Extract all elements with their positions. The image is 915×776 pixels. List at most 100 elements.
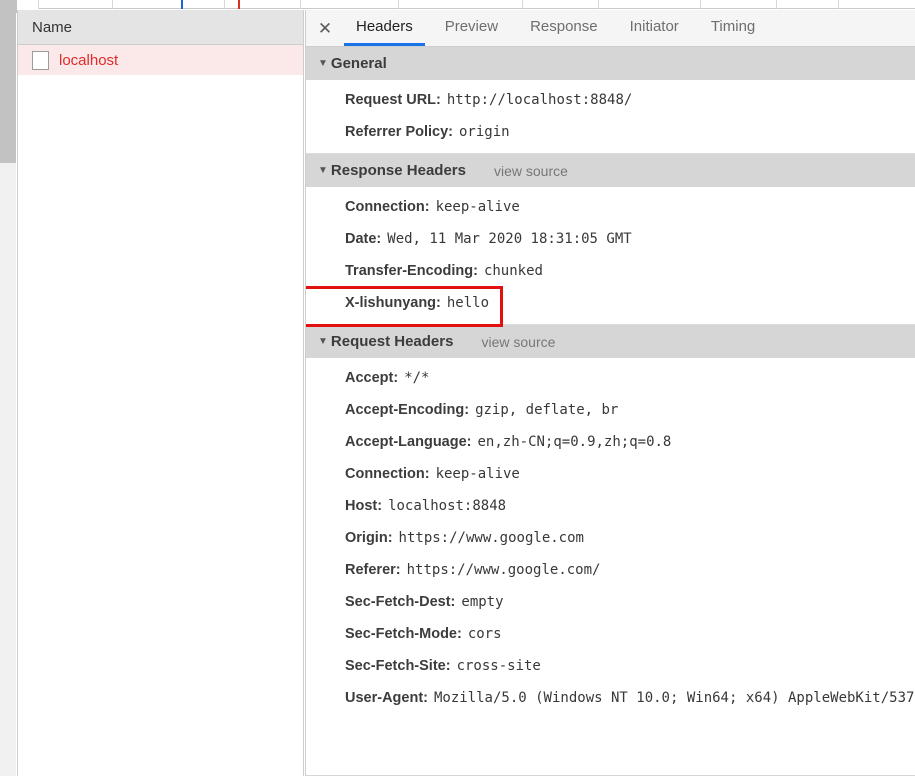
tab-response[interactable]: Response — [518, 10, 610, 46]
header-list-request-headers: Accept: */* Accept-Encoding: gzip, deflate,… — [306, 358, 915, 719]
overview-divider — [700, 0, 701, 9]
header-row[interactable]: Host: localhost:8848 — [306, 490, 915, 522]
header-row[interactable]: Sec-Fetch-Mode: cors — [306, 618, 915, 650]
request-rows: localhost — [18, 45, 303, 75]
header-value: cross-site — [456, 658, 541, 674]
overview-divider — [838, 0, 839, 9]
left-scrollbar-thumb[interactable] — [0, 13, 16, 163]
request-name: localhost — [59, 51, 119, 69]
header-key: Sec-Fetch-Dest: — [345, 594, 456, 610]
section-title-group: ▼ General — [318, 55, 387, 72]
header-row[interactable]: Accept-Encoding: gzip, deflate, br — [306, 394, 915, 426]
section-title-group: ▼ Request Headers — [318, 333, 453, 350]
header-value: keep-alive — [435, 199, 520, 215]
header-key: Accept-Language: — [345, 434, 472, 450]
overview-divider — [300, 0, 301, 9]
section-header-general[interactable]: ▼ General — [306, 47, 915, 80]
load-event-marker — [238, 0, 240, 9]
request-list-item[interactable]: localhost — [18, 45, 303, 75]
chevron-down-icon[interactable]: ▼ — [318, 165, 328, 176]
tab-headers[interactable]: Headers — [344, 10, 425, 46]
header-key: Connection: — [345, 466, 430, 482]
details-tabbar: ✕ Headers Preview Response Initiator Timing — [306, 10, 915, 47]
header-row[interactable]: Referer: https://www.google.com/ — [306, 554, 915, 586]
header-value: https://www.google.com/ — [406, 562, 601, 578]
chevron-down-icon[interactable]: ▼ — [318, 58, 328, 69]
overview-divider — [224, 0, 225, 9]
header-value: hello — [446, 295, 490, 311]
header-row[interactable]: Origin: https://www.google.com — [306, 522, 915, 554]
header-value: Mozilla/5.0 (Windows NT 10.0; Win64; x64… — [433, 690, 915, 706]
overview-divider — [776, 0, 777, 9]
section-title: General — [330, 55, 387, 72]
header-key: Date: — [345, 231, 382, 247]
devtools-network-panel: Name localhost ✕ Headers Preview Response I… — [0, 0, 915, 776]
header-key: Accept: — [345, 370, 399, 386]
header-value: cors — [467, 626, 502, 642]
header-row[interactable]: Referrer Policy: origin — [306, 116, 915, 148]
header-key: Request URL: — [345, 92, 441, 108]
header-value: localhost:8848 — [388, 498, 507, 514]
view-source-link[interactable]: view source — [481, 334, 555, 350]
overview-divider — [598, 0, 599, 9]
header-value: */* — [404, 370, 430, 386]
column-header-name: Name — [32, 18, 73, 36]
close-icon[interactable]: ✕ — [306, 10, 344, 46]
overview-divider — [112, 0, 113, 9]
request-list-panel: Name localhost — [17, 10, 304, 776]
header-row[interactable]: Sec-Fetch-Site: cross-site — [306, 650, 915, 682]
header-key: Sec-Fetch-Site: — [345, 658, 451, 674]
header-value: en,zh-CN;q=0.9,zh;q=0.8 — [477, 434, 672, 450]
document-icon — [32, 50, 49, 70]
header-key: Host: — [345, 498, 383, 514]
header-key: Sec-Fetch-Mode: — [345, 626, 462, 642]
header-row[interactable]: User-Agent: Mozilla/5.0 (Windows NT 10.0;… — [306, 682, 915, 714]
header-value: chunked — [483, 263, 543, 279]
section-title: Response Headers — [330, 162, 466, 179]
tab-timing[interactable]: Timing — [699, 10, 767, 46]
overview-divider — [522, 0, 523, 9]
overview-gutter — [0, 0, 17, 13]
overview-divider — [38, 0, 39, 9]
header-key: X-lishunyang: — [345, 295, 441, 311]
chevron-down-icon[interactable]: ▼ — [318, 336, 328, 347]
header-key: User-Agent: — [345, 690, 428, 706]
header-row[interactable]: Date: Wed, 11 Mar 2020 18:31:05 GMT — [306, 223, 915, 255]
header-row[interactable]: Sec-Fetch-Dest: empty — [306, 586, 915, 618]
header-value: http://localhost:8848/ — [446, 92, 633, 108]
left-scrollbar[interactable] — [0, 13, 16, 776]
header-value: Wed, 11 Mar 2020 18:31:05 GMT — [387, 231, 632, 247]
section-title: Request Headers — [330, 333, 454, 350]
header-value: gzip, deflate, br — [475, 402, 619, 418]
view-source-link[interactable]: view source — [494, 163, 568, 179]
header-row[interactable]: Accept-Language: en,zh-CN;q=0.9,zh;q=0.8 — [306, 426, 915, 458]
header-row[interactable]: Connection: keep-alive — [306, 191, 915, 223]
tab-preview[interactable]: Preview — [433, 10, 510, 46]
section-title-group: ▼ Response Headers — [318, 162, 466, 179]
header-key: Accept-Encoding: — [345, 402, 470, 418]
header-value: empty — [461, 594, 504, 610]
header-key: Origin: — [345, 530, 393, 546]
details-tabs: Headers Preview Response Initiator Timing — [344, 10, 775, 46]
headers-detail-view[interactable]: ▼ General Request URL: http://localhost:884… — [306, 47, 915, 775]
header-key: Transfer-Encoding: — [345, 263, 478, 279]
request-list-column-header[interactable]: Name — [18, 10, 303, 45]
header-list-general: Request URL: http://localhost:8848/Referr… — [306, 80, 915, 153]
section-header-response-headers[interactable]: ▼ Response Headers view source — [306, 154, 915, 187]
dom-content-loaded-marker — [181, 0, 183, 9]
header-value: origin — [459, 124, 510, 140]
header-list-response-headers: Connection: keep-alive Date: Wed, 11 Mar 20… — [306, 187, 915, 327]
header-key: Referrer Policy: — [345, 124, 453, 140]
header-row[interactable]: Connection: keep-alive — [306, 458, 915, 490]
section-header-request-headers[interactable]: ▼ Request Headers view source — [306, 325, 915, 358]
header-value: keep-alive — [435, 466, 520, 482]
header-row[interactable]: Request URL: http://localhost:8848/ — [306, 84, 915, 116]
tab-initiator[interactable]: Initiator — [618, 10, 691, 46]
overview-timeline-track[interactable] — [38, 0, 915, 9]
request-details-panel: ✕ Headers Preview Response Initiator Timing … — [305, 10, 915, 776]
header-row[interactable]: Accept: */* — [306, 362, 915, 394]
header-key: Referer: — [345, 562, 401, 578]
header-row-highlighted[interactable]: X-lishunyang: hello — [306, 286, 915, 327]
header-row[interactable]: Transfer-Encoding: chunked — [306, 255, 915, 287]
overview-divider — [398, 0, 399, 9]
